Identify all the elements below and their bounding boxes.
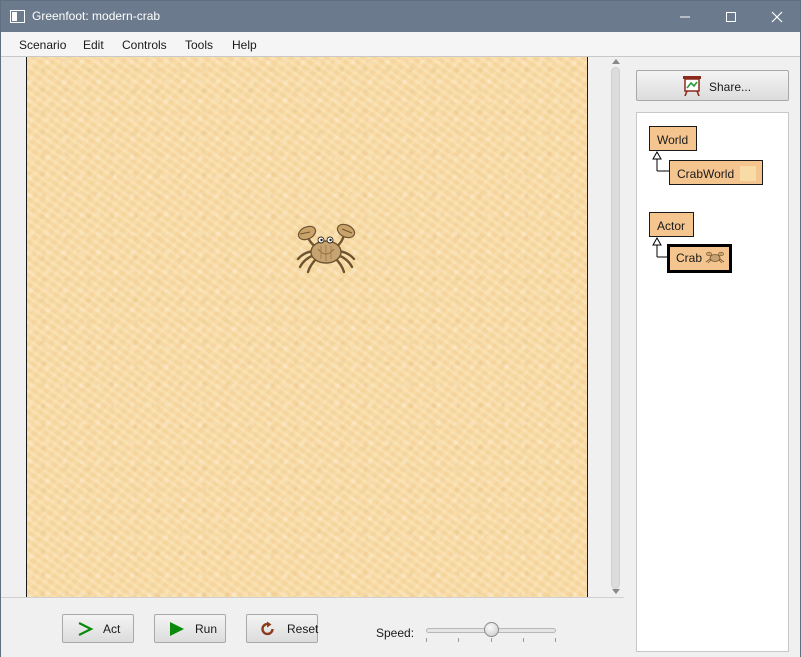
- class-browser-pane: Share... World CrabWorld Actor Crab: [624, 57, 800, 657]
- act-button-label: Act: [103, 622, 121, 636]
- control-bar: Act Run Reset Speed:: [1, 597, 624, 657]
- class-diagram: World CrabWorld Actor Crab: [636, 112, 789, 652]
- class-actor[interactable]: Actor: [649, 212, 694, 237]
- act-button[interactable]: Act: [62, 614, 134, 643]
- speed-tick: [523, 638, 524, 642]
- speed-tick: [426, 638, 427, 642]
- greenfoot-app-icon: [10, 10, 25, 23]
- close-icon: [771, 11, 783, 23]
- run-button[interactable]: Run: [154, 614, 226, 643]
- menu-edit[interactable]: Edit: [83, 38, 104, 52]
- run-play-icon: [170, 622, 184, 636]
- menu-help[interactable]: Help: [232, 38, 257, 52]
- speed-slider[interactable]: [426, 620, 556, 644]
- menu-controls[interactable]: Controls: [122, 38, 167, 52]
- speed-tick: [458, 638, 459, 642]
- class-crab-label: Crab: [676, 251, 703, 265]
- scroll-up-arrow-icon[interactable]: [612, 59, 620, 64]
- maximize-icon: [726, 12, 736, 22]
- crabworld-thumbnail: [740, 166, 756, 181]
- crab-image[interactable]: [286, 221, 366, 277]
- close-button[interactable]: [754, 1, 800, 32]
- class-crabworld-label: CrabWorld: [677, 167, 735, 181]
- speed-tick: [555, 638, 556, 642]
- greenfoot-window: Greenfoot: modern-crab Scenario Edit Con…: [0, 0, 801, 657]
- menu-tools[interactable]: Tools: [185, 38, 213, 52]
- menu-bar: Scenario Edit Controls Tools Help: [1, 32, 800, 57]
- reset-button-label: Reset: [287, 622, 319, 636]
- world-canvas[interactable]: [26, 57, 588, 597]
- speed-tick: [491, 638, 492, 642]
- act-step-icon: [78, 622, 94, 636]
- world-pane: [1, 57, 624, 597]
- title-bar[interactable]: Greenfoot: modern-crab: [1, 1, 800, 32]
- maximize-button[interactable]: [708, 1, 754, 32]
- class-world[interactable]: World: [649, 126, 697, 151]
- speed-slider-thumb[interactable]: [484, 622, 499, 637]
- class-crab[interactable]: Crab: [667, 244, 732, 273]
- minimize-icon: [680, 16, 690, 18]
- share-button[interactable]: Share...: [636, 70, 789, 101]
- scroll-down-arrow-icon[interactable]: [612, 589, 620, 594]
- class-actor-label: Actor: [657, 219, 686, 233]
- scrollbar-thumb[interactable]: [611, 67, 620, 589]
- run-button-label: Run: [195, 622, 218, 636]
- minimize-button[interactable]: [662, 1, 708, 32]
- class-crabworld[interactable]: CrabWorld: [669, 160, 763, 185]
- menu-scenario[interactable]: Scenario: [19, 38, 66, 52]
- share-button-label: Share...: [709, 80, 752, 94]
- speed-label: Speed:: [376, 626, 415, 640]
- reset-arrow-icon: [261, 621, 274, 636]
- reset-button[interactable]: Reset: [246, 614, 318, 643]
- crab-thumbnail-icon: [705, 251, 725, 264]
- class-world-label: World: [657, 133, 689, 147]
- world-vertical-scrollbar[interactable]: [608, 57, 624, 597]
- share-easel-icon: [683, 76, 701, 97]
- window-title: Greenfoot: modern-crab: [32, 9, 161, 23]
